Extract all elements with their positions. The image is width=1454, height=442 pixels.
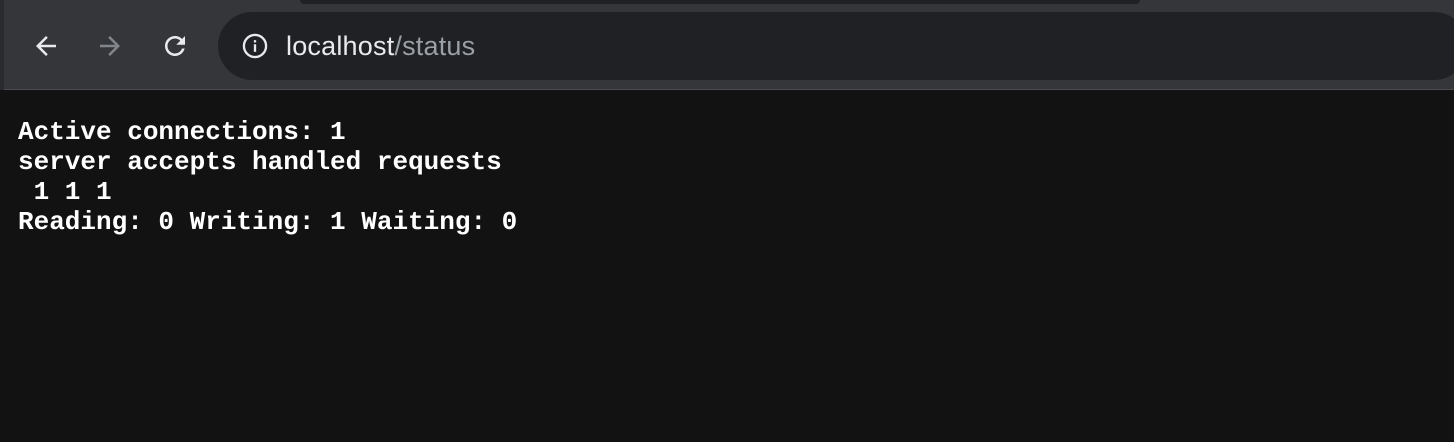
status-output: Active connections: 1 server accepts hand… xyxy=(18,117,517,237)
arrow-left-icon xyxy=(36,36,56,56)
status-line-states: Reading: 0 Writing: 1 Waiting: 0 xyxy=(18,207,518,237)
reload-button[interactable] xyxy=(153,24,197,68)
url-path: /status xyxy=(394,30,476,61)
browser-window: localhost/status Active connections: 1 se… xyxy=(0,0,1454,442)
status-line-header: server accepts handled requests xyxy=(18,147,502,177)
active-tab-edge[interactable] xyxy=(300,0,1140,4)
reload-icon xyxy=(165,36,185,56)
arrow-right-icon xyxy=(100,36,120,56)
address-bar[interactable]: localhost/status xyxy=(218,12,1454,80)
window-edge xyxy=(0,0,4,90)
info-icon[interactable] xyxy=(240,31,270,61)
forward-button[interactable] xyxy=(88,24,132,68)
browser-toolbar: localhost/status xyxy=(0,0,1454,90)
url-host: localhost xyxy=(286,30,395,61)
status-line-active-connections: Active connections: 1 xyxy=(18,117,346,147)
back-button[interactable] xyxy=(24,24,68,68)
status-line-counts: 1 1 1 xyxy=(18,177,112,207)
url-text[interactable]: localhost/status xyxy=(286,31,475,62)
